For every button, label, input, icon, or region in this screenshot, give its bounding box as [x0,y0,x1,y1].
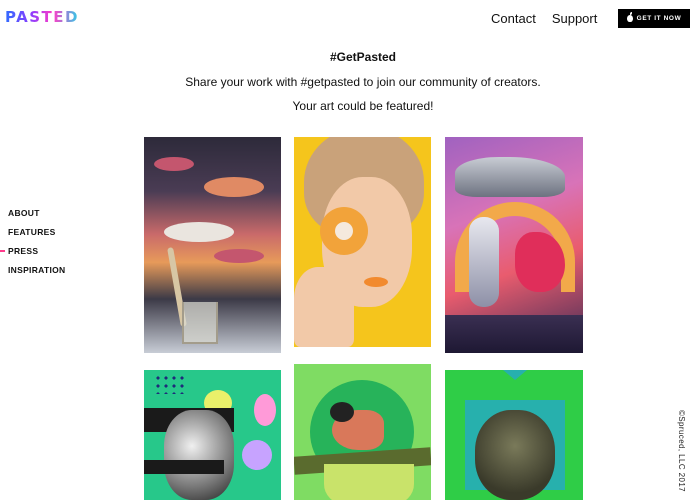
gallery-tile-heart-collage[interactable] [144,370,281,500]
sidenav-item-inspiration[interactable]: INSPIRATION [8,265,65,284]
city-shape [445,315,583,353]
bird-head-shape [330,402,354,422]
drip-shape [324,464,414,500]
gallery-tile-astronaut-collage[interactable] [445,137,583,353]
pasted-logo[interactable]: PASTED [5,8,79,26]
blob-shape [242,440,272,470]
top-navigation: Contact Support [491,11,597,26]
sidenav-item-features[interactable]: FEATURES [8,227,65,246]
sidenav-item-about[interactable]: ABOUT [8,208,65,227]
tree-shape [475,410,555,500]
heart-shape [164,410,234,500]
side-navigation: ABOUT FEATURES PRESS INSPIRATION [0,208,65,284]
apple-icon [626,12,633,22]
logo-text: PASTED [5,8,79,26]
astronaut-shape [469,217,499,307]
cloud-shape [164,222,234,242]
hero-line-2: Your art could be featured! [292,99,434,113]
hero-line-1: Share your work with #getpasted to join … [185,75,541,89]
blob-shape [254,394,276,426]
dots-shape [154,374,184,394]
copyright-text: ©Spruced, LLC 2017 [677,410,686,493]
gallery-tile-bird[interactable] [294,364,431,500]
glass-shape [182,302,218,344]
get-it-now-button[interactable]: GET IT NOW [618,9,690,28]
donut-shape [320,207,368,255]
nav-support-link[interactable]: Support [552,11,598,26]
band-shape [144,460,224,474]
cloud-shape [154,157,194,171]
gallery-tile-tree[interactable] [445,370,583,500]
cloud-shape [204,177,264,197]
car-shape [455,157,565,197]
hero-section: #GetPasted Share your work with #getpast… [140,50,586,124]
page-title: #GetPasted [329,50,397,64]
sidenav-item-press[interactable]: PRESS [0,246,65,265]
nav-contact-link[interactable]: Contact [491,11,536,26]
cloud-shape [214,249,264,263]
lips-shape [364,277,388,287]
triangle-shape [503,370,527,380]
gallery-tile-donut-girl[interactable] [294,137,431,347]
cta-label: GET IT NOW [636,15,682,22]
hand-shape [294,267,354,347]
gallery-tile-landscape-collage[interactable] [144,137,281,353]
